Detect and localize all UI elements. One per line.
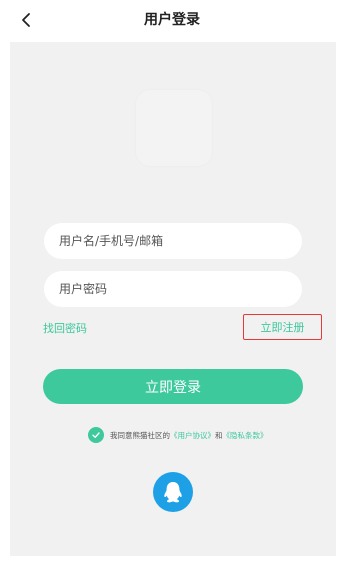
page-title: 用户登录 [144,12,200,28]
register-label: 立即注册 [260,321,305,334]
forgot-password-link[interactable]: 找回密码 [43,320,87,336]
app-logo [136,90,212,166]
login-screen: 用户登录 找回密码 立即注册 立即登录 我同意熊猫社区的 《用户协议》 和 《隐… [0,0,344,568]
password-input[interactable] [44,271,302,307]
user-agreement-link[interactable]: 《用户协议》 [170,430,215,441]
checkmark-icon [92,432,100,439]
agreement-checkbox[interactable] [88,427,104,443]
login-panel: 找回密码 立即注册 立即登录 我同意熊猫社区的 《用户协议》 和 《隐私条款》 [10,42,336,556]
agreement-row: 我同意熊猫社区的 《用户协议》 和 《隐私条款》 [88,427,268,443]
privacy-policy-link[interactable]: 《隐私条款》 [223,430,268,441]
username-input[interactable] [44,223,302,259]
qq-login-button[interactable] [153,472,193,512]
register-link[interactable]: 立即注册 [243,314,322,340]
header-bar: 用户登录 [0,0,344,40]
agreement-prefix: 我同意熊猫社区的 [110,430,170,440]
login-button[interactable]: 立即登录 [43,369,303,404]
qq-penguin-icon [164,482,182,503]
agreement-conjunction: 和 [215,430,223,440]
